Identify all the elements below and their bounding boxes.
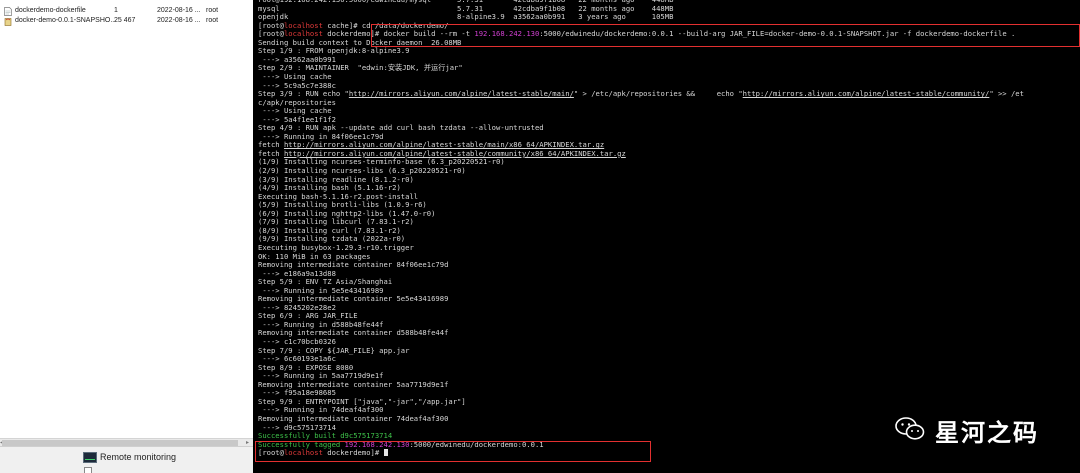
- terminal-text: " >> /et: [989, 89, 1024, 99]
- success-highlight-box: [255, 441, 651, 462]
- terminal-text: http://mirrors.aliyun.com/alpine/latest-…: [348, 89, 574, 99]
- checkbox[interactable]: [84, 467, 92, 473]
- terminal-text: http://mirrors.aliyun.com/alpine/latest-…: [742, 89, 990, 99]
- file-browser-panel: dockerdemo-dockerfile 1 2022-08-16 ... r…: [0, 0, 253, 473]
- watermark: 星河之码: [895, 410, 1075, 450]
- wechat-logo-icon: [895, 417, 925, 440]
- jar-file-icon: [4, 18, 12, 26]
- file-icon: [4, 7, 12, 16]
- file-name: docker-demo-0.0.1-SNAPSHO...: [15, 17, 117, 24]
- remote-monitoring-label: Remote monitoring: [100, 452, 177, 462]
- remote-monitoring-button[interactable]: Remote monitoring: [0, 449, 253, 466]
- scroll-right-icon[interactable]: ▸: [246, 439, 249, 446]
- bottom-toolbar: Remote monitoring: [0, 446, 253, 473]
- file-owner: root: [206, 17, 219, 24]
- file-name: dockerdemo-dockerfile: [15, 7, 86, 14]
- file-size: 1: [114, 7, 118, 14]
- terminal-window[interactable]: root@192.168.242.130:5000/edwinedu/mysql…: [253, 0, 1080, 473]
- file-size: 25 467: [114, 17, 136, 24]
- monitor-icon: [83, 452, 97, 463]
- watermark-text: 星河之码: [935, 419, 1039, 447]
- command-highlight-box: [371, 24, 1080, 47]
- file-date: 2022-08-16 ...: [157, 7, 201, 14]
- file-owner: root: [206, 7, 219, 14]
- file-date: 2022-08-16 ...: [157, 17, 201, 24]
- terminal-text: " > /etc/apk/repositories && echo ": [573, 89, 743, 99]
- terminal-line: Step 3/9 : RUN echo "http://mirrors.aliy…: [258, 89, 1024, 98]
